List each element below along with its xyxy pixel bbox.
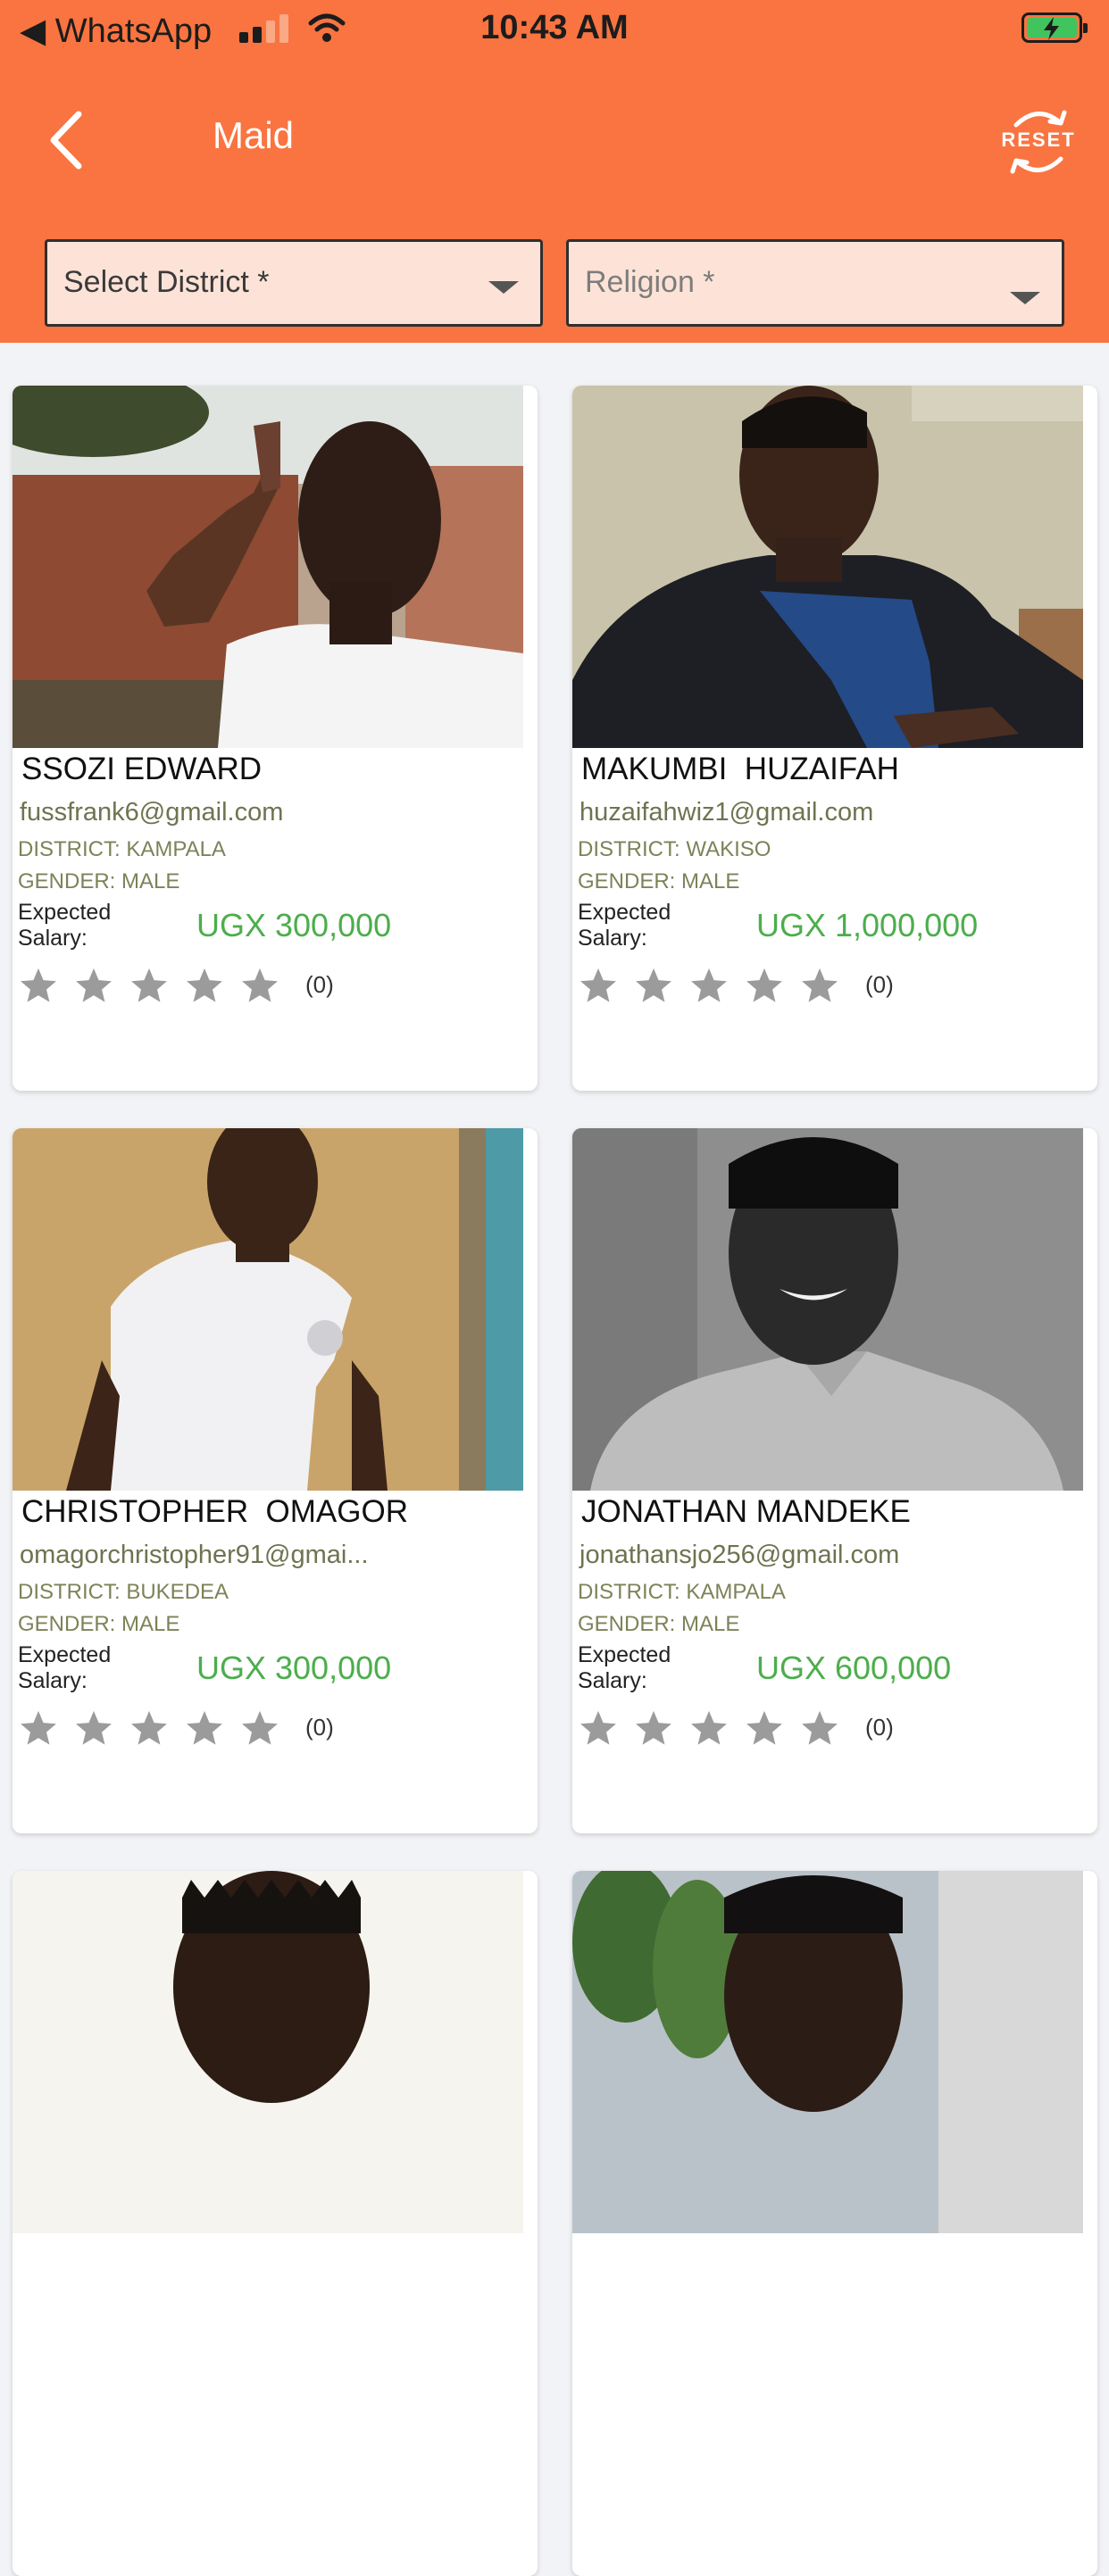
star-icon bbox=[802, 1710, 838, 1745]
rating-count: (0) bbox=[305, 1714, 334, 1741]
worker-district: DISTRICT: KAMPALA bbox=[18, 837, 226, 861]
star-icon bbox=[746, 968, 782, 1002]
rating-count: (0) bbox=[865, 971, 894, 998]
star-icon bbox=[76, 1710, 112, 1745]
reset-label: RESET bbox=[1001, 129, 1076, 151]
worker-email: huzaifahwiz1@gmail.com bbox=[580, 798, 874, 827]
reset-button[interactable]: RESET bbox=[998, 102, 1079, 182]
star-icon bbox=[187, 968, 222, 1002]
district-select[interactable]: Select District * bbox=[45, 239, 543, 327]
worker-photo bbox=[572, 1871, 1083, 2233]
worker-card[interactable] bbox=[572, 1871, 1097, 2576]
worker-district: DISTRICT: WAKISO bbox=[578, 837, 771, 861]
battery-charging-icon bbox=[1021, 12, 1088, 43]
rating-count: (0) bbox=[305, 971, 334, 998]
star-icon bbox=[691, 968, 727, 1002]
district-select-value: Select District * bbox=[63, 265, 270, 299]
worker-email: omagorchristopher91@gmai... bbox=[20, 1541, 369, 1569]
worker-email: jonathansjo256@gmail.com bbox=[580, 1541, 900, 1569]
worker-gender: GENDER: MALE bbox=[18, 869, 180, 893]
navigation-bar: Maid RESET bbox=[0, 89, 1109, 187]
star-icon bbox=[746, 1710, 782, 1745]
star-icon bbox=[76, 968, 112, 1002]
expected-salary: UGX 300,000 bbox=[196, 907, 392, 943]
salary-label: Expected Salary: bbox=[578, 1642, 671, 1693]
expected-salary: UGX 600,000 bbox=[756, 1649, 952, 1686]
star-icon bbox=[187, 1710, 222, 1745]
worker-card[interactable]: SSOZI EDWARD fussfrank6@gmail.com DISTRI… bbox=[13, 386, 538, 1091]
star-icon bbox=[242, 1710, 278, 1745]
salary-label: Expected Salary: bbox=[18, 1642, 112, 1693]
star-icon bbox=[21, 968, 56, 1002]
worker-photo bbox=[13, 1871, 523, 2233]
clock: 10:43 AM bbox=[480, 9, 629, 46]
star-icon bbox=[131, 968, 167, 1002]
worker-photo bbox=[572, 386, 1083, 748]
worker-card[interactable] bbox=[13, 1871, 538, 2576]
salary-label: Expected Salary: bbox=[578, 900, 671, 951]
worker-name: CHRISTOPHER OMAGOR bbox=[21, 1494, 409, 1529]
star-icon bbox=[691, 1710, 727, 1745]
dropdown-arrow-icon bbox=[1010, 292, 1040, 304]
expected-salary: UGX 300,000 bbox=[196, 1649, 392, 1686]
star-icon bbox=[802, 968, 838, 1002]
worker-name: JONATHAN MANDEKE bbox=[581, 1494, 911, 1529]
page-title: Maid bbox=[213, 114, 295, 156]
worker-card[interactable]: MAKUMBI HUZAIFAH huzaifahwiz1@gmail.com … bbox=[572, 386, 1097, 1091]
star-icon bbox=[636, 968, 671, 1002]
star-icon bbox=[580, 1710, 616, 1745]
worker-gender: GENDER: MALE bbox=[18, 1612, 180, 1636]
app-header: ◀ WhatsApp 10:43 AM Maid RESET Select Di… bbox=[0, 0, 1109, 343]
rating-count: (0) bbox=[865, 1714, 894, 1741]
religion-select[interactable]: Religion * bbox=[566, 239, 1064, 327]
worker-email: fussfrank6@gmail.com bbox=[20, 798, 284, 827]
star-icon bbox=[636, 1710, 671, 1745]
worker-photo bbox=[13, 386, 523, 748]
salary-label: Expected Salary: bbox=[18, 900, 112, 951]
worker-name: SSOZI EDWARD bbox=[21, 752, 262, 786]
worker-gender: GENDER: MALE bbox=[578, 869, 740, 893]
expected-salary: UGX 1,000,000 bbox=[756, 907, 979, 943]
worker-district: DISTRICT: BUKEDEA bbox=[18, 1580, 229, 1604]
worker-name: MAKUMBI HUZAIFAH bbox=[581, 752, 899, 786]
back-chevron-icon[interactable] bbox=[45, 109, 89, 171]
worker-photo bbox=[13, 1128, 523, 1491]
religion-select-value: Religion * bbox=[585, 265, 715, 299]
star-icon bbox=[131, 1710, 167, 1745]
worker-photo bbox=[572, 1128, 1083, 1491]
worker-card[interactable]: JONATHAN MANDEKE jonathansjo256@gmail.co… bbox=[572, 1128, 1097, 1833]
status-bar: ◀ WhatsApp 10:43 AM bbox=[0, 0, 1109, 62]
worker-card[interactable]: CHRISTOPHER OMAGOR omagorchristopher91@g… bbox=[13, 1128, 538, 1833]
star-icon bbox=[242, 968, 278, 1002]
dropdown-arrow-icon bbox=[488, 281, 519, 294]
star-icon bbox=[21, 1710, 56, 1745]
worker-gender: GENDER: MALE bbox=[578, 1612, 740, 1636]
worker-district: DISTRICT: KAMPALA bbox=[578, 1580, 786, 1604]
star-icon bbox=[580, 968, 616, 1002]
